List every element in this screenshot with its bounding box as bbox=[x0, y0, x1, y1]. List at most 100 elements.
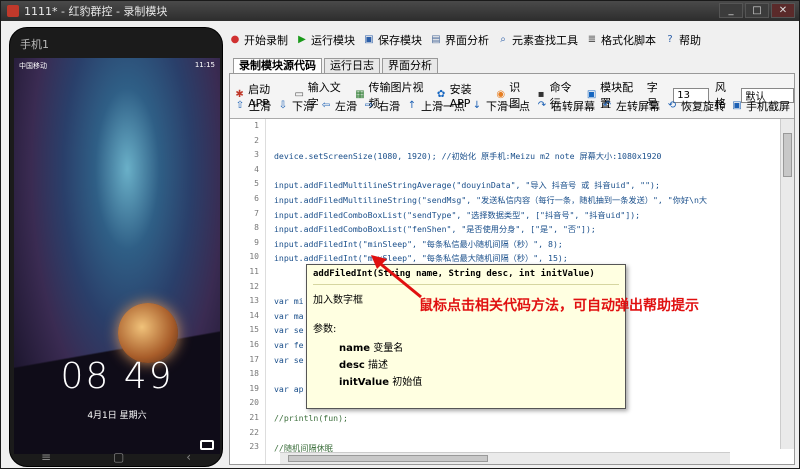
format-icon: ≣ bbox=[587, 34, 597, 45]
phone-preview[interactable]: 手机1 中国移动 11:15 08 49 4月1日 星期六 ≡ ▢ ‹ bbox=[9, 27, 223, 467]
save-icon: ▣ bbox=[364, 34, 374, 45]
line-number: 11 bbox=[249, 267, 259, 276]
code-line[interactable]: var ma bbox=[274, 311, 304, 321]
toolbar-button-5[interactable]: ≣ 格式化脚本 bbox=[586, 32, 656, 48]
gesture-button-8[interactable]: ⟲ 恢复旋转 bbox=[666, 98, 725, 114]
gesture-button-0[interactable]: ⇧ 上滑 bbox=[234, 98, 271, 114]
gesture-label: 恢复旋转 bbox=[681, 100, 725, 113]
window-title: 1111* - 红豹群控 - 录制模块 bbox=[24, 5, 168, 18]
help-tooltip: addFiledInt(String name, String desc, in… bbox=[306, 264, 626, 409]
tab-run-log[interactable]: 运行日志 bbox=[324, 58, 380, 73]
maximize-button[interactable]: □ bbox=[745, 3, 769, 18]
annotation-text: 鼠标点击相关代码方法，可自动弹出帮助提示 bbox=[419, 298, 699, 314]
tab-ui-analysis[interactable]: 界面分析 bbox=[382, 58, 438, 73]
vertical-scrollbar[interactable] bbox=[780, 119, 794, 449]
line-number: 23 bbox=[249, 442, 259, 452]
gesture-icon: ⟲ bbox=[667, 100, 677, 111]
code-line[interactable]: var ap bbox=[274, 384, 304, 394]
tab-bar: 录制模块源代码 运行日志 界面分析 bbox=[233, 58, 438, 73]
line-number: 13 bbox=[249, 296, 259, 306]
line-number: 14 bbox=[249, 310, 259, 320]
toolbar-label: 开始录制 bbox=[244, 34, 288, 47]
gesture-icon: ↑ bbox=[407, 100, 417, 111]
play-icon: ▶ bbox=[298, 34, 306, 45]
toolbar-button-3[interactable]: ▤ 界面分析 bbox=[430, 32, 489, 48]
code-line[interactable]: input.addFiledComboBoxList("sendType", "… bbox=[274, 209, 640, 221]
line-number: 9 bbox=[254, 237, 259, 247]
line-number: 19 bbox=[249, 383, 259, 393]
lockscreen-date: 4月1日 星期六 bbox=[87, 411, 147, 421]
vertical-scroll-thumb[interactable] bbox=[783, 133, 792, 177]
code-line[interactable]: input.addFiledMultilineString("sendMsg",… bbox=[274, 194, 707, 206]
toolbar-label: 保存模块 bbox=[378, 34, 422, 47]
code-line[interactable]: var fe bbox=[274, 340, 304, 350]
tooltip-params-title: 参数: bbox=[313, 324, 337, 335]
gesture-icon: ⇦ bbox=[321, 100, 331, 111]
gesture-icon: ↓ bbox=[472, 100, 482, 111]
gesture-button-1[interactable]: ⇩ 下滑 bbox=[277, 98, 314, 114]
status-time: 11:15 bbox=[194, 61, 215, 69]
toolbar-label: 帮助 bbox=[679, 34, 701, 47]
gesture-label: 右滑 bbox=[378, 100, 400, 113]
gesture-label: 上滑一点 bbox=[421, 100, 465, 113]
line-number: 16 bbox=[249, 340, 259, 349]
gesture-button-6[interactable]: ↷ 右转屏幕 bbox=[536, 98, 595, 114]
code-line[interactable]: var se bbox=[274, 355, 304, 365]
code-line[interactable]: input.addFiledInt("minSleep", "每条私信最小随机间… bbox=[274, 238, 563, 250]
gesture-icon: ⇨ bbox=[364, 100, 374, 111]
minimize-button[interactable]: _ bbox=[719, 3, 743, 18]
toolbar-label: 元素查找工具 bbox=[512, 34, 578, 47]
line-number: 5 bbox=[254, 179, 259, 189]
code-line[interactable]: var mi bbox=[274, 296, 304, 306]
gesture-label: 上滑 bbox=[249, 100, 271, 113]
tab-source-code[interactable]: 录制模块源代码 bbox=[233, 58, 322, 73]
line-number: 2 bbox=[254, 135, 259, 145]
code-line[interactable]: var se bbox=[274, 325, 304, 335]
gesture-button-4[interactable]: ↑ 上滑一点 bbox=[406, 98, 465, 114]
gesture-icon: ▣ bbox=[732, 100, 742, 111]
gesture-button-2[interactable]: ⇦ 左滑 bbox=[320, 98, 357, 114]
horizontal-scroll-thumb[interactable] bbox=[288, 455, 488, 462]
code-line[interactable]: device.setScreenSize(1080, 1920); //初始化 … bbox=[274, 150, 662, 162]
toolbar-button-6[interactable]: ? 帮助 bbox=[664, 32, 701, 48]
phone-screen[interactable]: 中国移动 11:15 08 49 4月1日 星期六 bbox=[14, 58, 220, 454]
code-line[interactable]: input.addFiledMultilineStringAverage("do… bbox=[274, 179, 660, 191]
line-number: 15 bbox=[249, 325, 259, 335]
code-line[interactable]: //println(fun); bbox=[274, 413, 348, 423]
line-number: 22 bbox=[249, 427, 259, 437]
gesture-label: 左滑 bbox=[335, 100, 357, 113]
code-line[interactable]: input.addFiledComboBoxList("fenShen", "是… bbox=[274, 223, 596, 235]
title-bar: 1111* - 红豹群控 - 录制模块 _ □ ✕ bbox=[1, 1, 799, 21]
gesture-button-3[interactable]: ⇨ 右滑 bbox=[363, 98, 400, 114]
gesture-button-5[interactable]: ↓ 下滑一点 bbox=[471, 98, 530, 114]
close-button[interactable]: ✕ bbox=[771, 3, 795, 18]
toolbar-button-0[interactable]: ● 开始录制 bbox=[229, 32, 288, 48]
line-number: 10 bbox=[249, 252, 259, 262]
gesture-label: 右转屏幕 bbox=[551, 100, 595, 113]
main-toolbar: ● 开始录制 ▶ 运行模块 ▣ 保存模块 ▤ 界面分析 ⌕ 元素查找工具 ≣ 格式化脚本 ? 帮助 bbox=[229, 31, 701, 49]
phone-nav-bar: ≡ ▢ ‹ bbox=[10, 448, 222, 466]
toolbar-button-2[interactable]: ▣ 保存模块 bbox=[363, 32, 422, 48]
toolbar-button-4[interactable]: ⌕ 元素查找工具 bbox=[497, 32, 578, 48]
line-number: 4 bbox=[254, 164, 259, 174]
phone-name: 手机1 bbox=[20, 38, 49, 51]
gesture-label: 手机截屏 bbox=[746, 100, 790, 113]
record-icon: ● bbox=[230, 34, 240, 45]
gesture-button-9[interactable]: ▣ 手机截屏 bbox=[731, 98, 790, 114]
gesture-icon: ⇧ bbox=[235, 100, 245, 111]
line-number: 3 bbox=[254, 150, 259, 160]
line-number: 7 bbox=[254, 208, 259, 218]
tooltip-param: initValue 初始值 bbox=[339, 377, 423, 388]
gesture-button-7[interactable]: ↶ 左转屏幕 bbox=[601, 98, 660, 114]
toolbar-label: 界面分析 bbox=[445, 34, 489, 47]
horizontal-scrollbar[interactable] bbox=[280, 452, 730, 464]
tooltip-param: name 变量名 bbox=[339, 343, 404, 354]
line-number: 21 bbox=[249, 413, 259, 422]
toolbar-button-1[interactable]: ▶ 运行模块 bbox=[296, 32, 355, 48]
menu-icon[interactable]: ≡ bbox=[41, 450, 51, 464]
gesture-label: 下滑 bbox=[292, 100, 314, 113]
gesture-label: 左转屏幕 bbox=[616, 100, 660, 113]
home-icon[interactable]: ▢ bbox=[113, 450, 124, 464]
back-icon[interactable]: ‹ bbox=[186, 450, 191, 464]
line-number: 18 bbox=[249, 369, 259, 379]
